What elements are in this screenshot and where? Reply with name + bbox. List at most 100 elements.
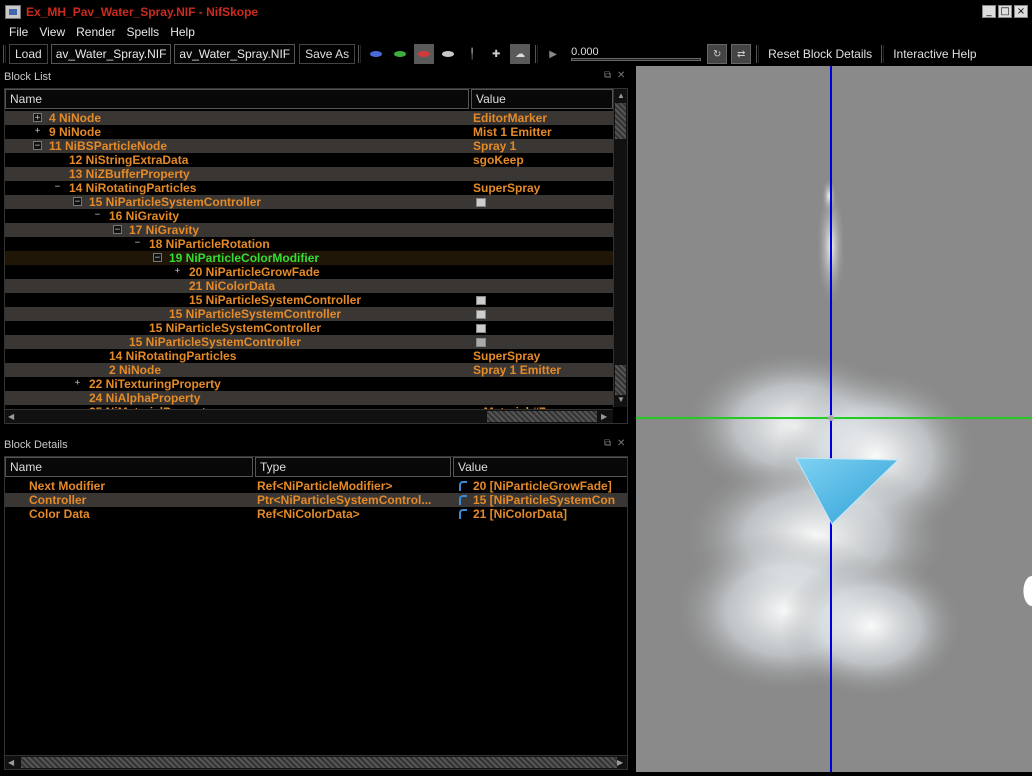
tree-row[interactable]: 21 NiColorData	[5, 279, 613, 293]
restore-button[interactable]: □	[998, 5, 1012, 18]
time-slider[interactable]: 0.000	[569, 44, 702, 64]
block-list-horizontal-scrollbar[interactable]: ◀ ▶	[5, 409, 613, 423]
block-value	[473, 335, 486, 349]
tree-row[interactable]: − 18 NiParticleRotation	[5, 237, 613, 251]
scene-render[interactable]	[636, 66, 1032, 772]
render-viewport[interactable]	[636, 66, 1032, 772]
collapse-icon[interactable]: −	[53, 183, 62, 192]
details-header-name[interactable]: Name	[5, 457, 253, 477]
menu-file[interactable]: File	[9, 25, 28, 39]
menu-spells[interactable]: Spells	[127, 25, 160, 39]
flag-icon	[476, 198, 486, 207]
tree-row[interactable]: + 22 NiTexturingProperty	[5, 377, 613, 391]
tree-row[interactable]: − 15 NiParticleSystemController	[5, 195, 613, 209]
minimize-button[interactable]: _	[982, 5, 996, 18]
collapse-icon[interactable]: −	[33, 141, 42, 151]
walk-mode-icon[interactable]: ╿	[462, 44, 482, 64]
tree-row[interactable]: 15 NiParticleSystemController	[5, 293, 613, 307]
scroll-right-icon[interactable]: ▶	[617, 758, 623, 767]
tree-row[interactable]: 15 NiParticleSystemController	[5, 335, 613, 349]
save-as-button[interactable]: Save As	[299, 44, 356, 64]
lighting-icon[interactable]: ☁	[510, 44, 531, 64]
time-slider-track[interactable]	[571, 58, 702, 61]
expand-icon[interactable]: +	[33, 127, 42, 136]
column-header-name[interactable]: Name	[5, 89, 469, 109]
flag-icon	[476, 310, 486, 319]
expand-icon[interactable]: +	[173, 267, 182, 276]
load-button[interactable]: Load	[9, 44, 48, 64]
block-value: Spray 1 Emitter	[473, 363, 562, 377]
tree-row[interactable]: 15 NiParticleSystemController	[5, 321, 613, 335]
view-user-icon[interactable]	[438, 44, 458, 64]
collapse-icon[interactable]: −	[93, 211, 102, 220]
tree-row[interactable]: + 20 NiParticleGrowFade	[5, 265, 613, 279]
interactive-help-button[interactable]: Interactive Help	[887, 47, 982, 61]
details-row[interactable]: Controller Ptr<NiParticleSystemControl..…	[5, 493, 627, 507]
collapse-icon[interactable]: −	[133, 239, 142, 248]
load-file-field[interactable]: av_Water_Spray.NIF	[50, 44, 172, 64]
field-value[interactable]: 21 [NiColorData]	[459, 507, 627, 521]
expand-icon[interactable]: +	[33, 113, 42, 123]
switch-animation-icon[interactable]: ⇄	[731, 44, 752, 64]
details-row[interactable]: Color Data Ref<NiColorData> 21 [NiColorD…	[5, 507, 627, 521]
toolbar-separator-4	[881, 45, 885, 63]
collapse-icon[interactable]: −	[153, 253, 162, 263]
scroll-down-icon[interactable]: ▼	[617, 395, 625, 404]
play-animation-icon[interactable]: ▶	[543, 44, 563, 64]
save-file-field[interactable]: av_Water_Spray.NIF	[174, 44, 296, 64]
block-list-close-icon[interactable]: ✕	[617, 70, 625, 81]
tree-row-selected[interactable]: − 19 NiParticleColorModifier	[5, 251, 613, 265]
view-front-icon[interactable]	[390, 44, 410, 64]
tree-row[interactable]: − 11 NiBSParticleNode Spray 1	[5, 139, 613, 153]
block-name: 15 NiParticleSystemController	[189, 293, 362, 307]
field-value[interactable]: 20 [NiParticleGrowFade]	[459, 479, 627, 493]
tree-row[interactable]: + 4 NiNode EditorMarker	[5, 111, 613, 125]
block-value: EditorMarker	[473, 111, 548, 125]
collapse-icon[interactable]: −	[73, 197, 82, 207]
scroll-thumb[interactable]	[21, 757, 617, 768]
scroll-thumb[interactable]	[487, 411, 597, 422]
tree-row[interactable]: 2 NiNode Spray 1 Emitter	[5, 363, 613, 377]
tree-row[interactable]: + 9 NiNode Mist 1 Emitter	[5, 125, 613, 139]
block-details-float-icon[interactable]: ⧉	[604, 438, 611, 449]
nifskope-app-icon[interactable]	[5, 5, 21, 19]
column-header-value[interactable]: Value	[471, 89, 613, 109]
collapse-icon[interactable]: −	[113, 225, 122, 235]
tree-row[interactable]: 14 NiRotatingParticles SuperSpray	[5, 349, 613, 363]
block-list-float-icon[interactable]: ⧉	[604, 70, 611, 81]
reset-block-details-button[interactable]: Reset Block Details	[762, 47, 878, 61]
scroll-left-icon[interactable]: ◀	[8, 412, 14, 421]
details-header-type[interactable]: Type	[255, 457, 451, 477]
tree-row[interactable]: 15 NiParticleSystemController	[5, 307, 613, 321]
perspective-icon[interactable]: ✚	[486, 44, 506, 64]
details-header-value[interactable]: Value	[453, 457, 627, 477]
link-icon	[459, 509, 467, 519]
scroll-left-icon[interactable]: ◀	[8, 758, 14, 767]
details-horizontal-scrollbar[interactable]: ◀ ▶	[5, 755, 627, 769]
block-details-close-icon[interactable]: ✕	[617, 438, 625, 449]
scroll-right-icon[interactable]: ▶	[601, 412, 607, 421]
toolbar-grip[interactable]	[3, 45, 6, 63]
block-list-vertical-scrollbar[interactable]: ▲ ▼	[613, 89, 627, 407]
view-side-icon[interactable]	[414, 44, 435, 64]
expand-icon[interactable]: +	[73, 379, 82, 388]
tree-row[interactable]: 24 NiAlphaProperty	[5, 391, 613, 405]
scroll-thumb[interactable]	[615, 103, 626, 139]
details-row[interactable]: Next Modifier Ref<NiParticleModifier> 20…	[5, 479, 627, 493]
tree-row[interactable]: − 16 NiGravity	[5, 209, 613, 223]
scroll-up-icon[interactable]: ▲	[617, 91, 625, 100]
tree-row[interactable]: − 14 NiRotatingParticles SuperSpray	[5, 181, 613, 195]
loop-animation-icon[interactable]: ↻	[707, 44, 728, 64]
menu-help[interactable]: Help	[170, 25, 195, 39]
tree-row[interactable]: 13 NiZBufferProperty	[5, 167, 613, 181]
field-value[interactable]: 15 [NiParticleSystemCon	[459, 493, 627, 507]
close-button[interactable]: ×	[1014, 5, 1028, 18]
tree-row[interactable]: 12 NiStringExtraData sgoKeep	[5, 153, 613, 167]
link-icon	[459, 481, 467, 491]
block-value: sgoKeep	[473, 153, 524, 167]
tree-row[interactable]: − 17 NiGravity	[5, 223, 613, 237]
menu-render[interactable]: Render	[76, 25, 115, 39]
block-name: 21 NiColorData	[189, 279, 276, 293]
view-top-icon[interactable]	[366, 44, 386, 64]
menu-view[interactable]: View	[39, 25, 65, 39]
